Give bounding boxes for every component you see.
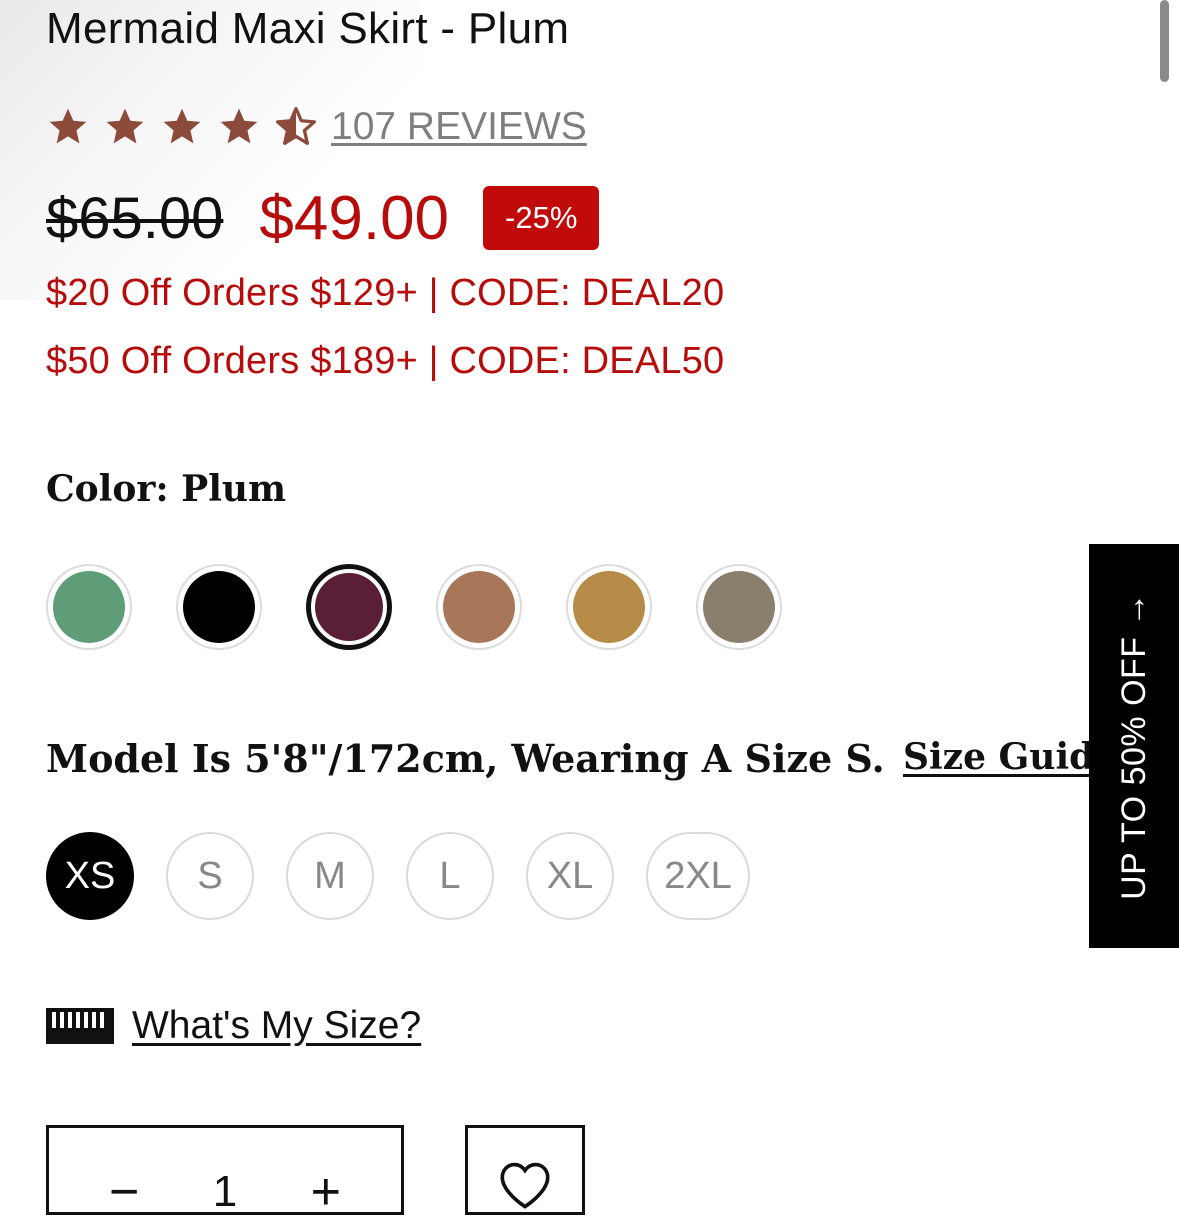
color-swatch-mustard[interactable] [566, 564, 652, 650]
size-option-l[interactable]: L [406, 832, 494, 920]
star-icon [49, 108, 87, 144]
star-icon [106, 108, 144, 144]
reviews-link[interactable]: 107 REVIEWS [331, 105, 587, 149]
promo-text: $50 Off Orders $189+ | CODE: DEAL50 [46, 340, 725, 382]
promo-side-tab[interactable]: UP TO 50% OFF → [1089, 544, 1179, 948]
color-swatch-plum[interactable] [306, 564, 392, 650]
quantity-stepper: − 1 + [46, 1125, 404, 1221]
promo-text: $20 Off Orders $129+ | CODE: DEAL20 [46, 272, 725, 314]
scrollbar[interactable] [1160, 0, 1169, 82]
color-swatch-green[interactable] [46, 564, 132, 650]
color-swatch-black[interactable] [176, 564, 262, 650]
promo-side-tab-label: UP TO 50% OFF → [1114, 592, 1153, 900]
size-option-s[interactable]: S [166, 832, 254, 920]
swatch-fill [573, 571, 645, 643]
quantity-increase-button[interactable]: + [311, 1162, 341, 1222]
color-swatch-tan[interactable] [436, 564, 522, 650]
product-title: Mermaid Maxi Skirt - Plum [46, 4, 570, 53]
size-option-xs[interactable]: XS [46, 832, 134, 920]
star-icon [163, 108, 201, 144]
original-price: $65.00 [46, 185, 224, 251]
whats-my-size[interactable]: What's My Size? [46, 1004, 421, 1048]
heart-icon [500, 1162, 550, 1209]
wishlist-button[interactable] [465, 1125, 585, 1215]
swatch-fill [53, 571, 125, 643]
size-guide-link[interactable]: Size Guide [903, 736, 1117, 778]
swatch-fill [703, 571, 775, 643]
color-swatches [46, 564, 826, 650]
star-rating [46, 105, 331, 149]
rating-row: 107 REVIEWS [46, 100, 587, 154]
sale-price: $49.00 [259, 183, 450, 253]
star-icon [220, 108, 258, 144]
color-label: Color: Plum [46, 468, 287, 510]
swatch-fill [183, 571, 255, 643]
swatch-fill [315, 573, 383, 641]
quantity-value[interactable]: 1 [213, 1167, 237, 1217]
discount-badge: -25% [483, 186, 600, 250]
size-option-m[interactable]: M [286, 832, 374, 920]
size-option-xl[interactable]: XL [526, 832, 614, 920]
size-option-2xl[interactable]: 2XL [646, 832, 750, 920]
ruler-icon [46, 1008, 114, 1044]
quantity-decrease-button[interactable]: − [109, 1162, 139, 1222]
model-size-info: Model Is 5'8"/172cm, Wearing A Size S. [46, 736, 885, 781]
price-row: $65.00 $49.00 -25% [46, 178, 600, 258]
color-swatch-taupe[interactable] [696, 564, 782, 650]
whats-my-size-link[interactable]: What's My Size? [132, 1004, 421, 1048]
size-options: XS S M L XL 2XL [46, 832, 782, 920]
swatch-fill [443, 571, 515, 643]
half-star-icon [276, 107, 316, 145]
